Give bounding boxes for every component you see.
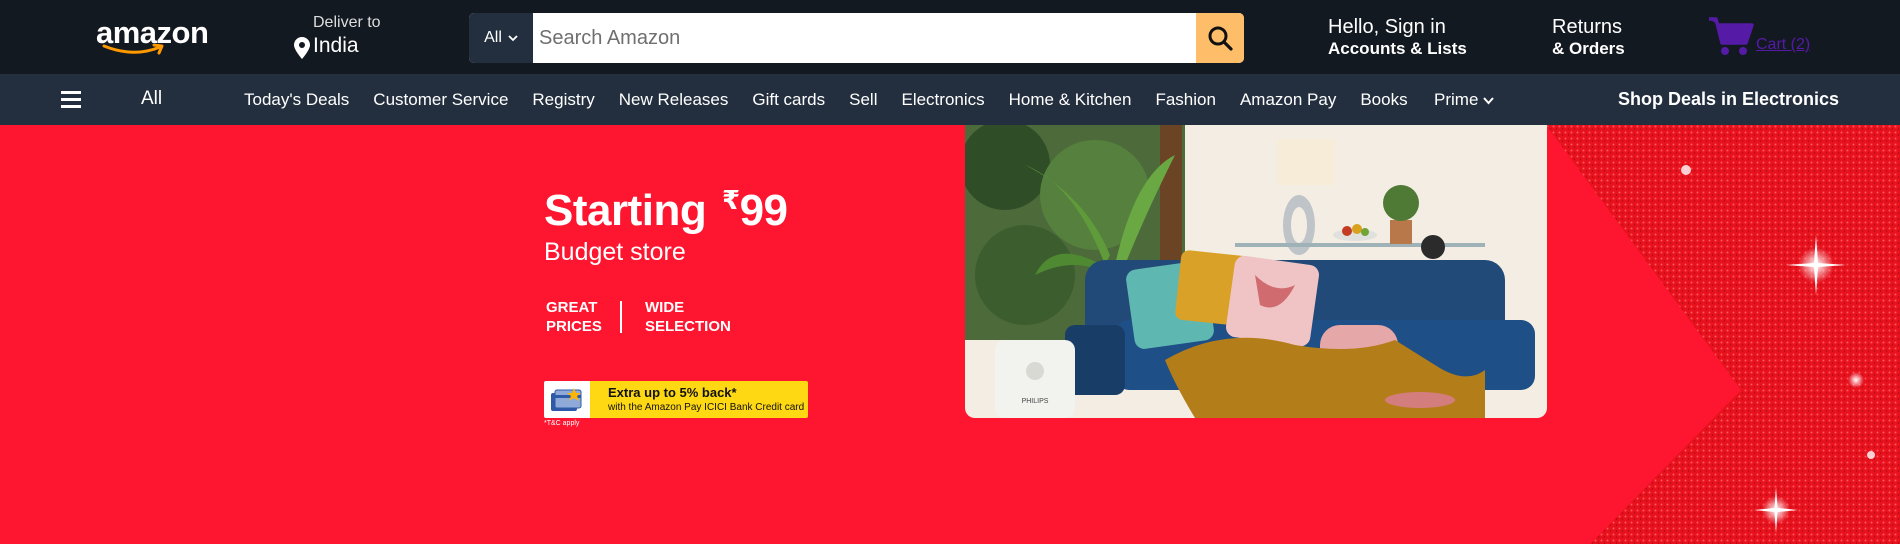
deliver-label: Deliver to	[313, 14, 381, 31]
rupee-symbol: ₹	[721, 185, 740, 215]
cart-link[interactable]: Cart (2)	[1708, 16, 1828, 60]
smile-arrow-icon	[102, 44, 164, 55]
nav-link-todays-deals[interactable]: Today's Deals	[244, 90, 349, 110]
nav-link-amazon-pay[interactable]: Amazon Pay	[1240, 90, 1336, 110]
returns-orders-link[interactable]: Returns & Orders	[1552, 16, 1625, 60]
promo-price: 99	[739, 186, 788, 235]
card-offer-subtitle: with the Amazon Pay ICICI Bank Credit ca…	[608, 402, 805, 413]
chevron-down-icon	[1483, 96, 1495, 105]
credit-card-icon	[551, 388, 582, 411]
nav-bar: All Today's Deals Customer Service Regis…	[0, 74, 1900, 125]
returns-label: Returns	[1552, 16, 1623, 38]
hero-banner[interactable]: Starting ₹99 Budget store GREAT PRICES W…	[0, 125, 1900, 544]
account-lists-label: Accounts & Lists	[1328, 39, 1467, 58]
nav-prime-dropdown[interactable]: Prime	[1434, 90, 1495, 110]
headline-text: Starting	[544, 186, 707, 235]
search-icon	[1208, 26, 1233, 51]
nav-link-electronics[interactable]: Electronics	[901, 90, 984, 110]
location-pin-icon	[294, 37, 310, 59]
nav-links: Today's Deals Customer Service Registry …	[244, 90, 1432, 110]
living-room-photo: PHILIPS	[965, 125, 1547, 418]
feature-wide-selection: WIDE SELECTION	[645, 299, 731, 335]
orders-label: & Orders	[1552, 39, 1625, 58]
nav-all-menu[interactable]: All	[141, 88, 162, 110]
chevron-down-icon	[508, 35, 518, 42]
feature-great-prices: GREAT PRICES	[546, 299, 602, 335]
amazon-logo[interactable]: amazon	[96, 17, 209, 60]
purifier-brand: PHILIPS	[1022, 398, 1049, 405]
nav-link-new-releases[interactable]: New Releases	[619, 90, 729, 110]
search-category-dropdown[interactable]: All	[469, 13, 533, 63]
prime-label: Prime	[1434, 90, 1479, 109]
hamburger-menu-icon[interactable]	[61, 91, 81, 108]
promo-subtitle: Budget store	[544, 238, 686, 266]
search-category-label: All	[484, 29, 502, 46]
nav-link-home-kitchen[interactable]: Home & Kitchen	[1009, 90, 1132, 110]
search-input[interactable]	[533, 13, 1196, 63]
nav-link-registry[interactable]: Registry	[532, 90, 594, 110]
nav-link-sell[interactable]: Sell	[849, 90, 877, 110]
nav-link-customer-service[interactable]: Customer Service	[373, 90, 508, 110]
nav-link-books[interactable]: Books	[1360, 90, 1407, 110]
sign-in-greeting: Hello, Sign in	[1328, 16, 1446, 38]
promo-headline: Starting ₹99	[544, 185, 788, 236]
card-offer-title: Extra up to 5% back*	[608, 385, 737, 400]
top-header: amazon Deliver to India All Hello	[0, 0, 1900, 74]
cart-icon	[1709, 17, 1754, 55]
shop-deals-electronics-link[interactable]: Shop Deals in Electronics	[1618, 89, 1839, 110]
nav-link-fashion[interactable]: Fashion	[1155, 90, 1215, 110]
terms-note: *T&C apply	[544, 420, 580, 427]
cart-label: Cart (2)	[1756, 36, 1811, 53]
search-button[interactable]	[1196, 13, 1244, 63]
deliver-location: India	[313, 34, 359, 57]
feature-divider	[620, 301, 622, 333]
account-lists-menu[interactable]: Hello, Sign in Accounts & Lists	[1328, 16, 1467, 60]
search-bar: All	[469, 13, 1244, 63]
credit-card-offer-banner[interactable]: Extra up to 5% back* with the Amazon Pay…	[544, 381, 808, 418]
glitter-decoration	[1546, 125, 1900, 544]
nav-link-gift-cards[interactable]: Gift cards	[752, 90, 825, 110]
